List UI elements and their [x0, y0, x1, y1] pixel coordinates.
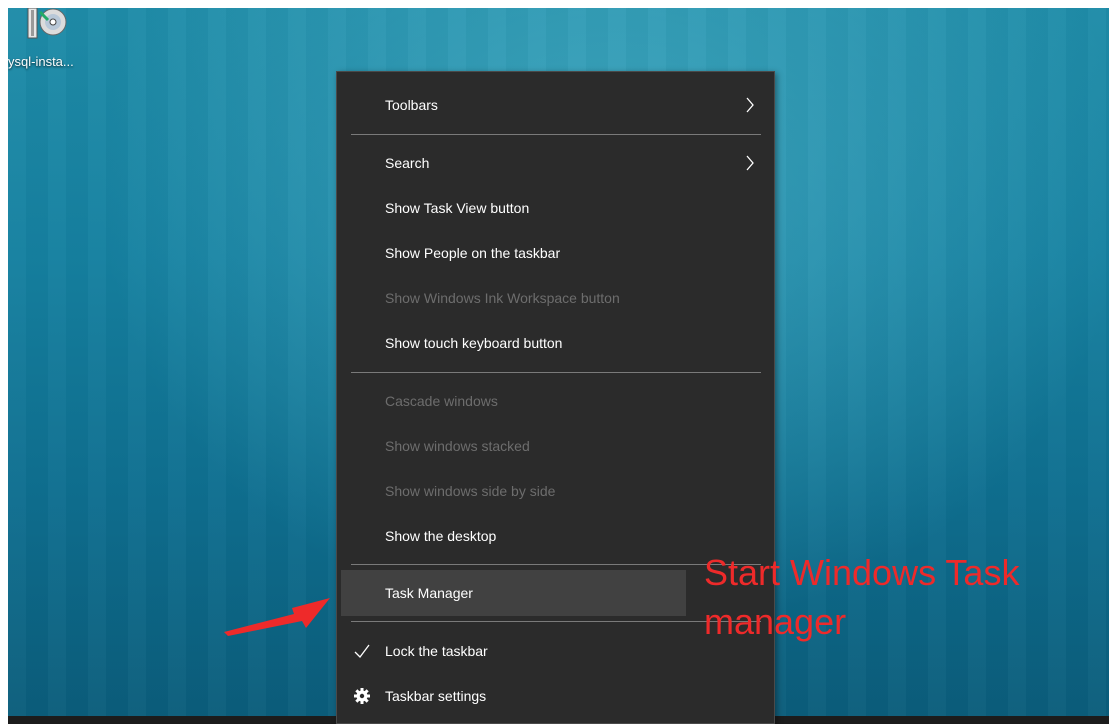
- menu-item-show-people[interactable]: Show People on the taskbar: [337, 233, 774, 273]
- menu-separator: [351, 134, 761, 135]
- desktop-shortcut-label: ysql-insta...: [8, 54, 74, 69]
- menu-item-cascade-windows: Cascade windows: [337, 381, 774, 421]
- menu-item-search[interactable]: Search: [337, 143, 774, 183]
- menu-item-label: Show the desktop: [385, 528, 497, 544]
- menu-item-label: Taskbar settings: [385, 688, 487, 704]
- menu-item-label: Task Manager: [385, 585, 473, 601]
- menu-item-label: Toolbars: [385, 97, 438, 113]
- gear-icon: [354, 688, 370, 704]
- menu-item-label: Show Windows Ink Workspace button: [385, 290, 620, 306]
- menu-item-label: Show touch keyboard button: [385, 335, 563, 351]
- menu-item-label: Search: [385, 155, 430, 171]
- menu-item-label: Show Task View button: [385, 200, 530, 216]
- menu-item-label: Show windows stacked: [385, 438, 530, 454]
- annotation-line-1: Start Windows Task: [704, 552, 1020, 593]
- menu-item-show-windows-stacked: Show windows stacked: [337, 426, 774, 466]
- menu-item-show-touch-keyboard[interactable]: Show touch keyboard button: [337, 323, 774, 363]
- menu-item-label: Lock the taskbar: [385, 643, 488, 659]
- menu-item-toolbars[interactable]: Toolbars: [337, 85, 774, 125]
- annotation-text: Start Windows Task manager: [704, 548, 1019, 646]
- annotation-line-2: manager: [704, 601, 847, 642]
- menu-item-show-ink-workspace: Show Windows Ink Workspace button: [337, 278, 774, 318]
- menu-item-show-task-view-button[interactable]: Show Task View button: [337, 188, 774, 228]
- menu-item-label: Show People on the taskbar: [385, 245, 561, 261]
- installer-disc-icon: [27, 8, 67, 39]
- menu-separator: [351, 564, 761, 565]
- menu-item-task-manager[interactable]: Task Manager: [341, 570, 686, 616]
- chevron-right-icon: [746, 97, 754, 113]
- menu-separator: [351, 621, 761, 622]
- menu-item-taskbar-settings[interactable]: Taskbar settings: [337, 676, 774, 716]
- chevron-right-icon: [746, 155, 754, 171]
- checkmark-icon: [354, 644, 370, 658]
- menu-item-label: Show windows side by side: [385, 483, 556, 499]
- annotation-arrow-icon: [224, 598, 330, 636]
- menu-separator: [351, 372, 761, 373]
- menu-item-label: Cascade windows: [385, 393, 498, 409]
- menu-item-show-windows-side-by-side: Show windows side by side: [337, 471, 774, 511]
